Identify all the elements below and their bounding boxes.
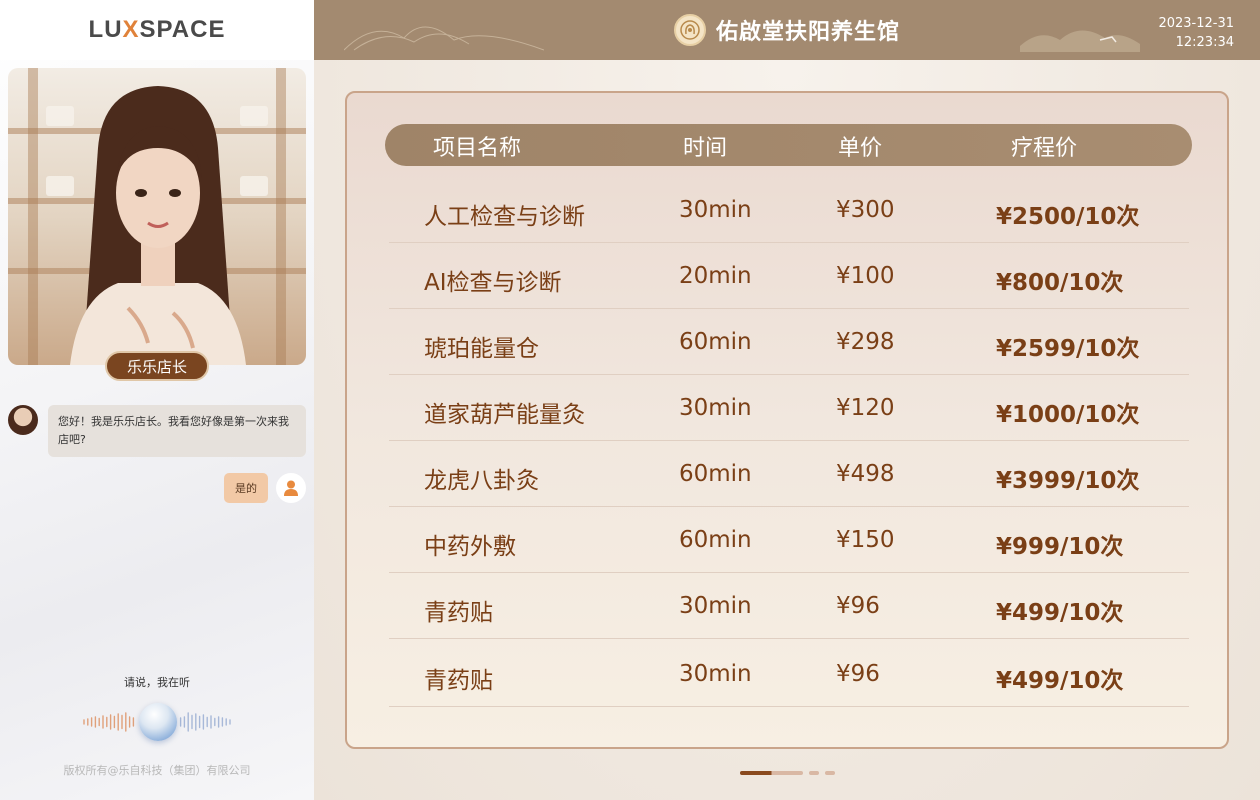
user-avatar	[276, 473, 306, 503]
agent-figure	[70, 86, 246, 365]
table-row[interactable]: 龙虎八卦灸 60min ¥498 ¥3999/10次	[389, 441, 1189, 507]
table-row[interactable]: 道家葫芦能量灸 30min ¥120 ¥1000/10次	[389, 375, 1189, 441]
table-row[interactable]: AI检查与诊断 20min ¥100 ¥800/10次	[389, 243, 1189, 309]
current-time: 12:23:34	[1175, 35, 1234, 50]
table-row[interactable]: 青药贴 30min ¥96 ¥499/10次	[389, 641, 1189, 707]
assistant-panel: LUXSPACE 乐乐店长 您好！我是乐乐店长。我看您好像是第一次来我店吧? 是…	[0, 0, 314, 800]
user-icon	[284, 480, 298, 496]
column-header-name: 项目名称	[433, 136, 522, 161]
page-dot[interactable]	[825, 771, 835, 775]
page-indicator[interactable]	[740, 771, 835, 776]
table-row[interactable]: 琥珀能量仓 60min ¥298 ¥2599/10次	[389, 309, 1189, 375]
table-row[interactable]: 中药外敷 60min ¥150 ¥999/10次	[389, 507, 1189, 573]
top-header: 佑啟堂扶阳养生馆 2023-12-31 12:23:34	[314, 0, 1260, 60]
listening-status: 请说，我在听	[124, 676, 190, 689]
agent-name-tag: 乐乐店长	[105, 351, 209, 381]
datetime: 2023-12-31 12:23:34	[1158, 14, 1234, 52]
page-dot-active[interactable]	[740, 771, 803, 775]
column-header-price: 单价	[838, 136, 883, 161]
store-brand: 佑啟堂扶阳养生馆	[673, 14, 900, 46]
luxspace-logo: LUXSPACE	[88, 16, 226, 43]
user-message-bubble: 是的	[224, 473, 268, 503]
agent-avatar	[8, 405, 38, 435]
bot-message-bubble: 您好！我是乐乐店长。我看您好像是第一次来我店吧?	[48, 405, 306, 457]
store-name: 佑啟堂扶阳养生馆	[715, 19, 900, 45]
decorative-hills-icon	[1020, 30, 1140, 52]
table-row[interactable]: 人工检查与诊断 30min ¥300 ¥2500/10次	[389, 177, 1189, 243]
table-header: 项目名称 时间 单价 疗程价	[385, 124, 1192, 166]
table-row[interactable]: 青药贴 30min ¥96 ¥499/10次	[389, 573, 1189, 639]
price-table-card: 项目名称 时间 单价 疗程价 人工检查与诊断 30min ¥300 ¥2500/…	[345, 91, 1229, 749]
page-dot[interactable]	[809, 771, 819, 775]
agent-portrait	[8, 68, 306, 365]
column-header-course-price: 疗程价	[1011, 136, 1078, 161]
current-date: 2023-12-31	[1158, 16, 1234, 31]
logo-bar: LUXSPACE	[0, 0, 314, 60]
column-header-duration: 时间	[683, 136, 728, 161]
store-logo-icon	[673, 14, 706, 46]
decorative-mountains-icon	[344, 26, 544, 51]
microphone-orb-button[interactable]	[139, 703, 177, 741]
copyright-text: 版权所有@乐自科技（集团）有限公司	[63, 764, 251, 777]
